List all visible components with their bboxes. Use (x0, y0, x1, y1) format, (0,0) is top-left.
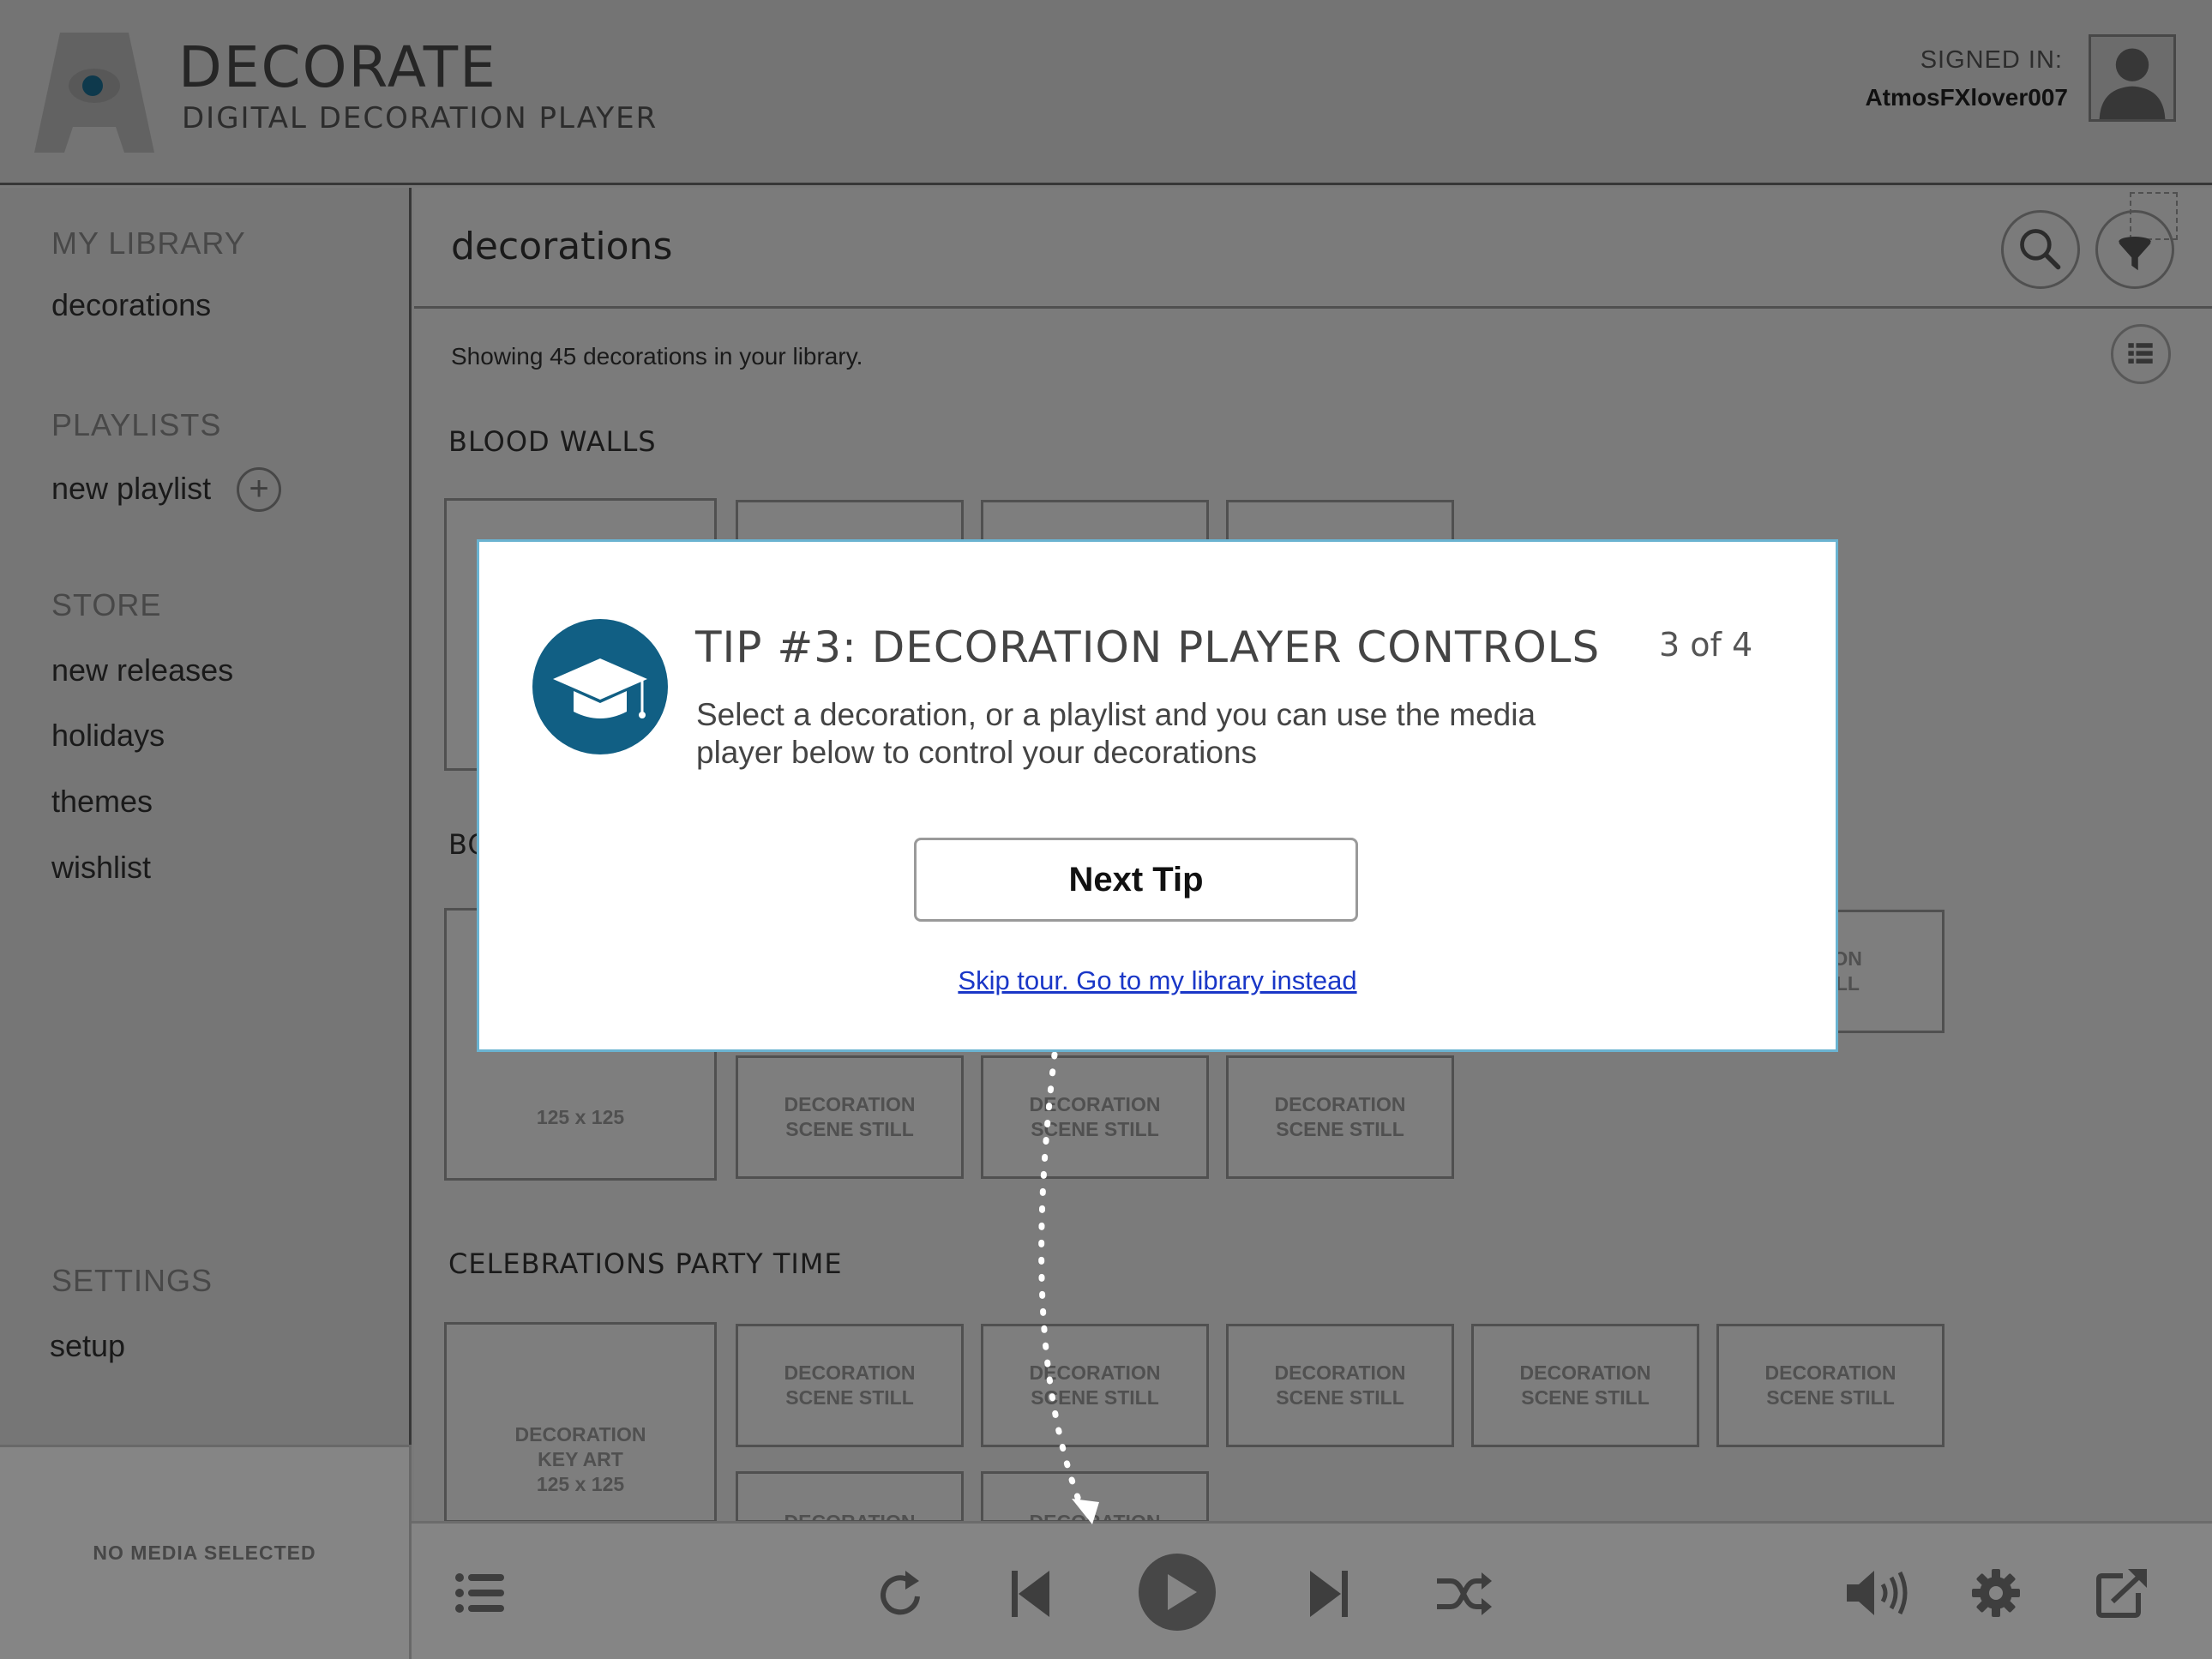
tip-title: TIP #3: DECORATION PLAYER CONTROLS (695, 622, 1601, 672)
graduation-cap-icon (553, 658, 647, 718)
next-tip-button[interactable]: Next Tip (914, 838, 1358, 922)
tip-dialog: TIP #3: DECORATION PLAYER CONTROLS 3 of … (477, 539, 1838, 1052)
tip-body: Select a decoration, or a playlist and y… (696, 697, 1536, 770)
skip-tour-link[interactable]: Skip tour. Go to my library instead (479, 965, 1836, 996)
tip-badge (532, 619, 668, 754)
tip-counter: 3 of 4 (1659, 626, 1753, 664)
